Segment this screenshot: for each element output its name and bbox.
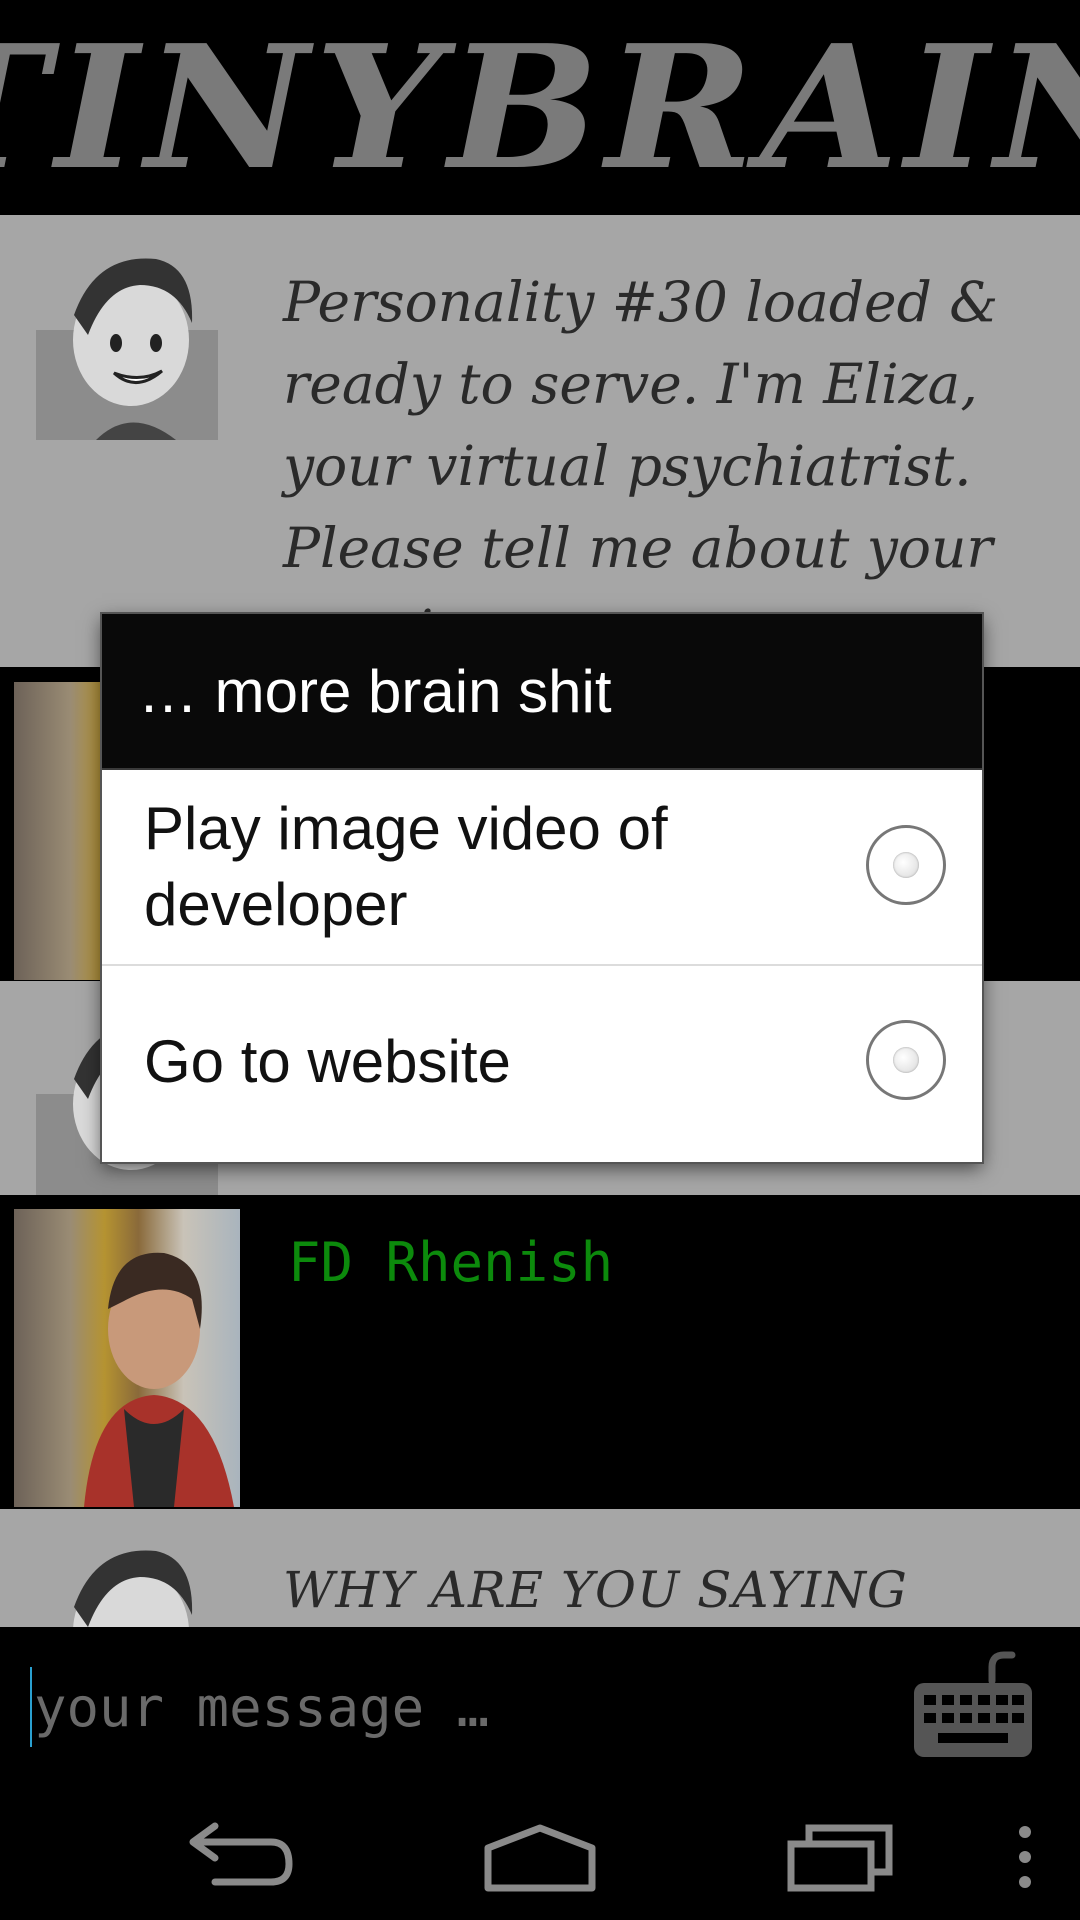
home-button[interactable] [480, 1807, 600, 1907]
option-play-video[interactable]: Play image video of developer [102, 770, 982, 964]
dialog-title: … more brain shit [102, 614, 982, 770]
home-icon [484, 1824, 596, 1892]
option-go-to-website[interactable]: Go to website [102, 964, 982, 1158]
recents-button[interactable] [780, 1807, 900, 1907]
radio-button[interactable] [866, 1020, 946, 1100]
option-label: Go to website [144, 1028, 511, 1095]
option-label: Play image video of developer [144, 795, 668, 938]
overflow-menu-button[interactable] [1000, 1807, 1050, 1907]
back-icon [189, 1822, 293, 1886]
system-nav-bar [0, 1787, 1080, 1920]
back-button[interactable] [180, 1807, 300, 1907]
overflow-menu-icon [1019, 1826, 1031, 1888]
recents-icon [787, 1824, 893, 1892]
radio-button[interactable] [866, 825, 946, 905]
options-dialog: … more brain shit Play image video of de… [102, 614, 982, 1162]
